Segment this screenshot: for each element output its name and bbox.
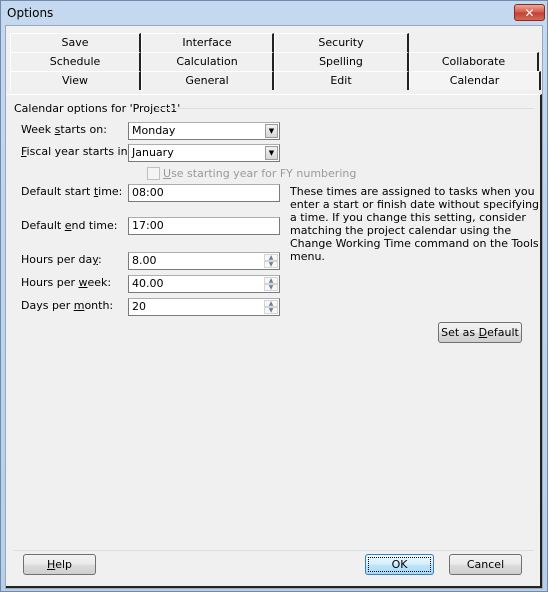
tab-security[interactable]: Security (274, 33, 409, 52)
fy-numbering-label: Use starting year for FY numbering (163, 167, 357, 180)
spinner[interactable]: ▲ ▼ (264, 277, 278, 291)
tab-view[interactable]: View (10, 71, 141, 90)
spin-down-icon[interactable]: ▼ (264, 261, 278, 268)
hours-per-day-value: 8.00 (132, 254, 157, 267)
fiscal-year-select[interactable]: January ▼ (128, 144, 280, 162)
close-button[interactable]: ✕ (514, 4, 545, 21)
tab-calculation[interactable]: Calculation (141, 52, 274, 71)
tab-row-3: View General Edit Calendar (10, 71, 542, 90)
chevron-down-icon[interactable]: ▼ (265, 146, 278, 160)
spin-down-icon[interactable]: ▼ (264, 284, 278, 291)
default-start-label: Default start time: (21, 185, 123, 198)
hours-per-day-label: Hours per day: (21, 253, 102, 266)
dialog-body: Save Interface Security Schedule Calcula… (5, 25, 543, 589)
times-description: These times are assigned to tasks when y… (290, 185, 540, 263)
days-per-month-stepper[interactable]: 20 ▲ ▼ (128, 298, 280, 316)
default-start-input[interactable]: 08:00 (128, 184, 280, 202)
cancel-button[interactable]: Cancel (449, 554, 522, 575)
week-starts-label: Week starts on: (21, 123, 107, 136)
hours-per-day-stepper[interactable]: 8.00 ▲ ▼ (128, 252, 280, 270)
week-starts-select[interactable]: Monday ▼ (128, 122, 280, 140)
spinner[interactable]: ▲ ▼ (264, 254, 278, 268)
tab-schedule[interactable]: Schedule (10, 52, 141, 71)
tab-save[interactable]: Save (10, 33, 141, 52)
options-dialog: Options ✕ Save Interface Security Schedu… (0, 0, 548, 592)
default-start-value: 08:00 (132, 186, 164, 199)
tab-calendar[interactable]: Calendar (409, 71, 541, 90)
tab-edit[interactable]: Edit (274, 71, 409, 90)
tab-row-2: Schedule Calculation Spelling Collaborat… (10, 52, 540, 71)
hours-per-week-stepper[interactable]: 40.00 ▲ ▼ (128, 275, 280, 293)
footer-divider (14, 550, 534, 551)
group-divider (156, 108, 534, 109)
title-bar: Options ✕ (1, 1, 547, 25)
fiscal-year-value: January (132, 146, 174, 159)
spin-down-icon[interactable]: ▼ (264, 307, 278, 314)
tab-spelling[interactable]: Spelling (274, 52, 409, 71)
set-as-default-button[interactable]: Set as Default (438, 322, 522, 343)
window-title: Options (7, 6, 54, 20)
default-end-value: 17:00 (132, 219, 164, 232)
default-end-input[interactable]: 17:00 (128, 217, 280, 235)
hours-per-week-value: 40.00 (132, 277, 164, 290)
days-per-month-value: 20 (132, 300, 146, 313)
tab-collaborate[interactable]: Collaborate (409, 52, 539, 71)
week-starts-value: Monday (132, 124, 176, 137)
help-button[interactable]: Help (23, 554, 96, 575)
close-x-icon: ✕ (524, 5, 535, 20)
fy-numbering-checkbox[interactable] (147, 167, 160, 180)
focus-ring (368, 557, 431, 572)
default-end-label: Default end time: (21, 219, 118, 232)
tab-general[interactable]: General (141, 71, 274, 90)
ok-button[interactable]: OK (365, 554, 434, 575)
hours-per-week-label: Hours per week: (21, 276, 112, 289)
tab-interface[interactable]: Interface (141, 33, 274, 52)
tab-row-1: Save Interface Security (10, 33, 410, 52)
chevron-down-icon[interactable]: ▼ (265, 124, 278, 138)
fiscal-year-label: Fiscal year starts in: (21, 145, 132, 158)
spinner[interactable]: ▲ ▼ (264, 300, 278, 314)
days-per-month-label: Days per month: (21, 299, 114, 312)
